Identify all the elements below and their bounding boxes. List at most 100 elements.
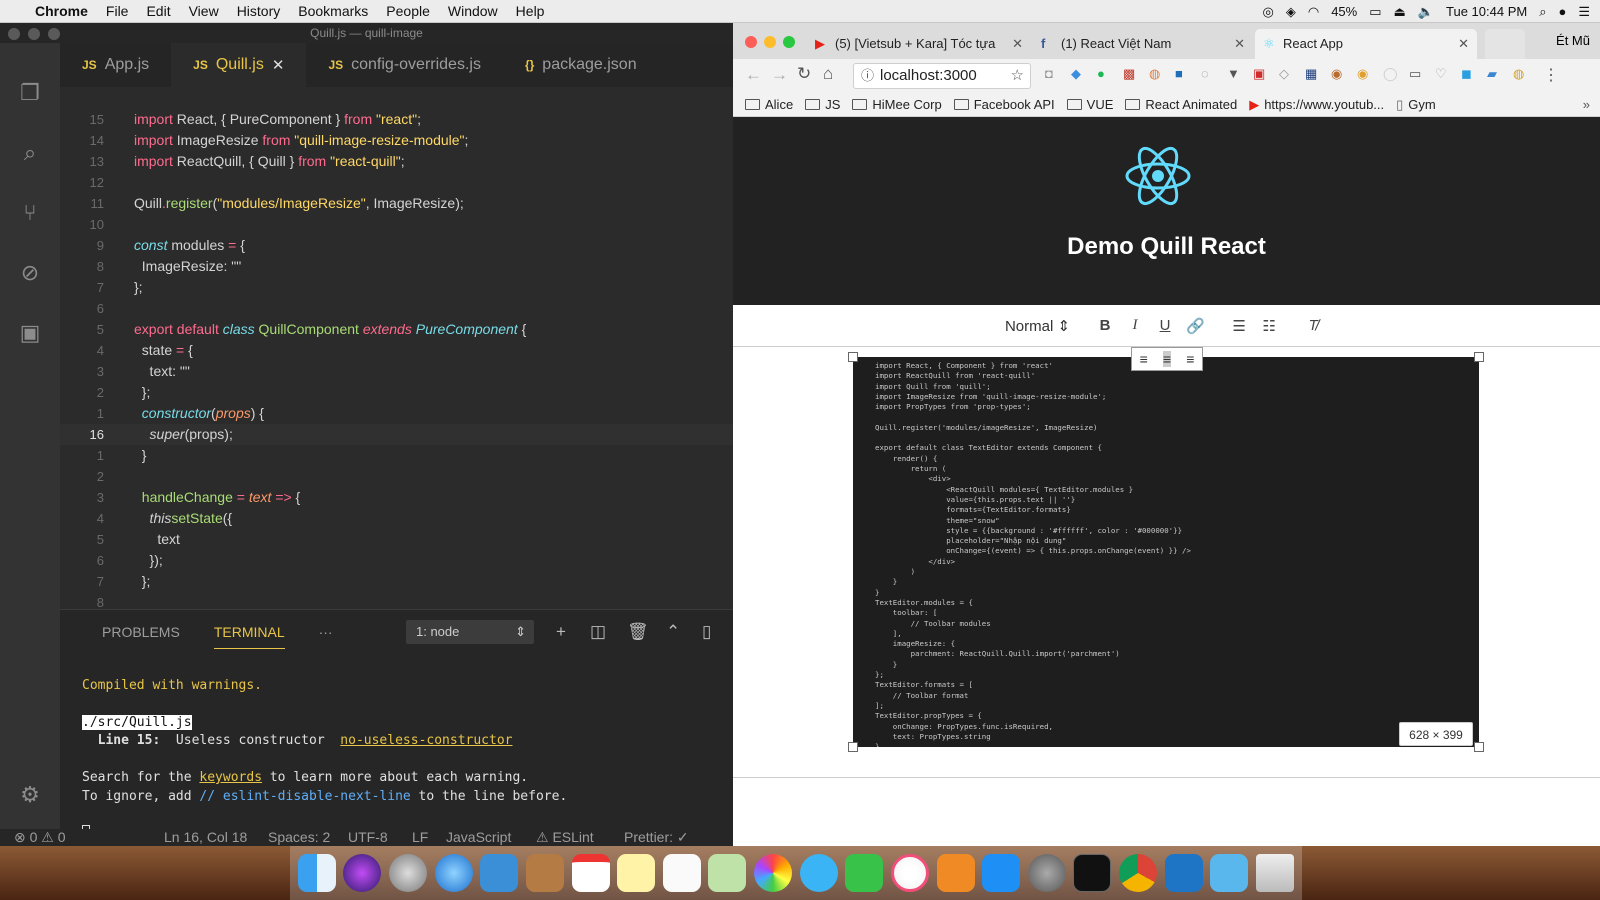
extension-icon[interactable]: ◍ (1149, 66, 1160, 82)
code-editor[interactable]: 15 import React, { PureComponent } from "… (60, 87, 733, 609)
bookmark-folder-react-animated[interactable]: React Animated (1125, 97, 1237, 112)
facetime-icon[interactable] (845, 854, 884, 892)
back-arrow-icon[interactable]: ← (745, 65, 762, 85)
forward-arrow-icon[interactable]: → (771, 65, 788, 85)
finder-icon[interactable] (297, 854, 336, 892)
camera-extension-icon[interactable]: ◘ (1045, 66, 1053, 81)
battery-percent[interactable]: 45% (1331, 4, 1357, 19)
extension-icon[interactable]: ■ (1175, 66, 1183, 81)
chrome-tab-youtube[interactable]: ▶ (5) [Vietsub + Kara] Tóc tựa ✕ (807, 29, 1031, 59)
contacts-icon[interactable] (525, 854, 564, 892)
profile-name[interactable]: Ét Mũ (1556, 33, 1590, 48)
siri-icon[interactable]: ● (1558, 4, 1566, 19)
ordered-list-icon[interactable]: ☰ (1230, 317, 1248, 335)
siri-icon[interactable] (343, 854, 382, 892)
zoom-window-button[interactable] (783, 36, 795, 48)
terminal-keywords-link[interactable]: keywords (199, 770, 262, 785)
airplay-icon[interactable]: ⏏ (1394, 4, 1406, 20)
maximize-panel-icon[interactable]: ⌃ (666, 622, 680, 642)
close-tab-icon[interactable]: ✕ (1234, 29, 1245, 59)
chrome-tab-react-vietnam[interactable]: f (1) React Việt Nam ✕ (1033, 29, 1253, 59)
extension-icon[interactable]: ◉ (1331, 66, 1342, 82)
resize-handle-top-right[interactable] (1474, 352, 1484, 362)
format-select[interactable]: Normal ⇕ (1005, 317, 1070, 335)
align-center-icon[interactable]: ≡ (1162, 351, 1172, 367)
extension-icon[interactable]: ▦ (1305, 66, 1317, 82)
photos-icon[interactable] (754, 854, 793, 892)
minimize-window-button[interactable] (28, 28, 40, 40)
launchpad-icon[interactable] (389, 854, 428, 892)
chrome-tab-react-app[interactable]: ⚛ React App ✕ (1255, 29, 1477, 59)
close-window-button[interactable] (745, 36, 757, 48)
underline-icon[interactable]: U (1156, 317, 1174, 334)
creative-cloud-icon[interactable]: ◎ (1263, 4, 1274, 20)
menu-view[interactable]: View (180, 3, 228, 19)
more-bookmarks-icon[interactable]: » (1583, 97, 1590, 112)
explorer-icon[interactable]: ❐ (18, 81, 42, 105)
itunes-icon[interactable] (890, 854, 929, 892)
extension-icon[interactable]: ◍ (1513, 66, 1524, 82)
menu-file[interactable]: File (97, 3, 138, 19)
align-right-icon[interactable]: ≡ (1186, 351, 1194, 367)
volume-icon[interactable]: 🔈 (1418, 4, 1434, 20)
preview-icon[interactable] (480, 854, 519, 892)
home-icon[interactable]: ⌂ (823, 64, 833, 84)
extension-icon[interactable]: ◯ (1383, 66, 1398, 82)
mail-extension-icon[interactable]: ▩ (1123, 66, 1135, 82)
terminal-select[interactable]: 1: node ⇕ (406, 620, 534, 644)
terminal-rule-link[interactable]: no-useless-constructor (340, 733, 512, 748)
extension-icon[interactable]: ▣ (1253, 66, 1265, 82)
close-panel-icon[interactable]: ▯ (702, 622, 711, 642)
menu-bookmarks[interactable]: Bookmarks (289, 3, 377, 19)
embedded-code-image[interactable]: import React, { Component } from 'react'… (853, 357, 1479, 747)
bold-icon[interactable]: B (1096, 317, 1114, 334)
resize-handle-bottom-left[interactable] (848, 742, 858, 752)
menu-history[interactable]: History (228, 3, 290, 19)
trash-icon[interactable]: 🗑 (627, 622, 649, 642)
bookmark-gym[interactable]: ▯ Gym (1396, 97, 1436, 113)
extension-icon[interactable]: ▰ (1487, 66, 1497, 82)
status-problems[interactable]: ⊗ 0 ⚠ 0 (14, 829, 66, 846)
reminders-icon[interactable] (662, 854, 701, 892)
close-tab-icon[interactable]: ✕ (1012, 29, 1023, 59)
status-spaces[interactable]: Spaces: 2 (268, 829, 330, 846)
trash-icon[interactable] (1255, 854, 1294, 892)
menu-window[interactable]: Window (439, 3, 507, 19)
italic-icon[interactable]: I (1126, 317, 1144, 334)
search-icon[interactable]: ⌕ (18, 141, 42, 165)
vscode-icon[interactable] (1164, 854, 1203, 892)
extension-icon[interactable]: ▭ (1409, 66, 1421, 82)
dropbox-icon[interactable]: ◈ (1286, 4, 1296, 20)
status-prettier[interactable]: Prettier: ✓ (624, 829, 689, 846)
tab-problems[interactable]: PROBLEMS (102, 624, 180, 640)
status-position[interactable]: Ln 16, Col 18 (164, 829, 247, 846)
terminal-output[interactable]: Compiled with warnings. ./src/Quill.js L… (82, 658, 567, 846)
minimize-window-button[interactable] (764, 36, 776, 48)
bookmark-star-icon[interactable]: ☆ (1011, 64, 1024, 88)
debug-icon[interactable]: ⊘ (18, 261, 42, 285)
status-eslint[interactable]: ⚠ ESLint (536, 829, 594, 846)
bookmark-folder-js[interactable]: JS (805, 97, 840, 112)
tab-quill-js[interactable]: JS Quill.js ✕ (171, 43, 307, 87)
calendar-icon[interactable] (571, 854, 610, 892)
menu-help[interactable]: Help (507, 3, 554, 19)
app-store-icon[interactable] (982, 854, 1021, 892)
wifi-icon[interactable]: ◠ (1308, 4, 1319, 20)
extension-icon[interactable]: ◌ (1201, 66, 1209, 81)
bookmark-folder-facebook-api[interactable]: Facebook API (953, 97, 1055, 112)
reload-icon[interactable]: ↻ (797, 64, 811, 84)
close-tab-icon[interactable]: ✕ (1458, 29, 1469, 59)
chrome-menu-icon[interactable]: ⋮ (1543, 65, 1559, 85)
cookie-extension-icon[interactable]: ◉ (1357, 66, 1368, 82)
extensions-icon[interactable]: ▣ (18, 321, 42, 345)
close-tab-icon[interactable]: ✕ (272, 56, 285, 74)
new-tab-button[interactable] (1485, 29, 1525, 59)
link-icon[interactable]: 🔗 (1186, 317, 1205, 335)
extension-icon[interactable]: ◼ (1461, 66, 1472, 82)
clock[interactable]: Tue 10:44 PM (1446, 4, 1527, 19)
address-bar[interactable]: ⓘ localhost:3000 ☆ (853, 63, 1031, 89)
bookmark-folder-alice[interactable]: Alice (745, 97, 793, 112)
bookmark-folder-vue[interactable]: VUE (1066, 97, 1113, 112)
align-left-icon[interactable]: ≡ (1140, 351, 1148, 367)
menu-edit[interactable]: Edit (137, 3, 179, 19)
